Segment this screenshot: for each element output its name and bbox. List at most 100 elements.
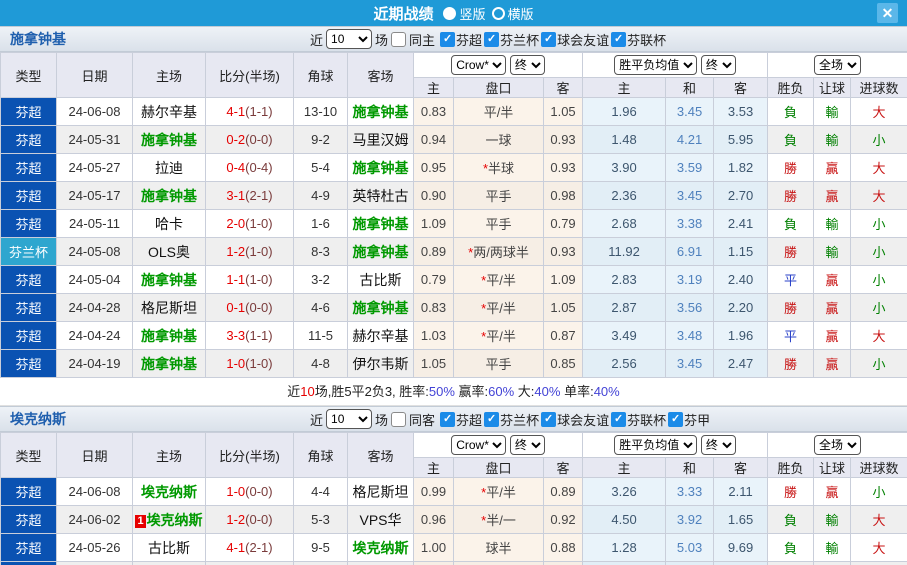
league-filter-label: 芬超 <box>456 410 482 429</box>
col-away: 客场 <box>348 433 414 478</box>
match-row: 芬超24-05-04施拿钟基1-1(1-0)3-2古比斯0.79*平/半1.09… <box>1 266 907 294</box>
league-cell: 芬超 <box>1 210 57 238</box>
scope-group-header: 全场 <box>768 53 907 78</box>
result-cell: 負 <box>768 98 814 126</box>
home-team-summary: 近10场,胜5平2负3, 胜率:50% 赢率:60% 大:40% 单率:40% <box>0 378 907 406</box>
checkbox-checked-icon[interactable]: ✓ <box>440 32 455 47</box>
league-filter-item[interactable]: ✓芬联杯 <box>611 410 666 429</box>
league-filter-item[interactable]: ✓芬联杯 <box>611 30 666 49</box>
checkbox-checked-icon[interactable]: ✓ <box>440 412 455 427</box>
handicap-star: * <box>468 245 473 260</box>
goals-result-cell: 小 <box>851 210 907 238</box>
sub-avg-draw: 和 <box>666 78 714 98</box>
same-home-checkbox[interactable] <box>391 32 406 47</box>
league-filter-label: 芬超 <box>456 30 482 49</box>
near-label: 近 <box>310 410 323 429</box>
checkbox-checked-icon[interactable]: ✓ <box>611 412 626 427</box>
recent-count-select[interactable]: 10 <box>326 29 372 49</box>
recent-results-panel: 近期战绩 竖版 横版 ✕ 施拿钟基 近 10 场 同主 ✓芬超✓芬兰杯✓球会友谊… <box>0 0 907 565</box>
handicap-cell: 平/半 <box>454 98 544 126</box>
odds-home-cell: 0.96 <box>414 506 454 534</box>
league-filter-item[interactable]: ✓球会友谊 <box>541 410 609 429</box>
avg-type-select[interactable]: 胜平负均值 <box>614 435 697 455</box>
full-score: 1-2 <box>226 512 245 527</box>
away-team-cell: 施拿钟基 <box>348 98 414 126</box>
corner-cell: 9-2 <box>294 126 348 154</box>
league-cell: 芬超 <box>1 322 57 350</box>
avg-away-cell: 5.95 <box>714 126 768 154</box>
summary-part: 60% <box>488 384 514 399</box>
result-cell: 負 <box>768 506 814 534</box>
handicap-star: * <box>481 513 486 528</box>
half-score: (2-1) <box>245 540 272 555</box>
summary-part: 40% <box>534 384 560 399</box>
close-button[interactable]: ✕ <box>877 3 898 23</box>
recent-count-select[interactable]: 10 <box>326 409 372 429</box>
avg-group-header: 胜平负均值 终 <box>583 433 768 458</box>
summary-part: 50% <box>429 384 455 399</box>
handicap-result-cell: 輸 <box>814 126 851 154</box>
league-filter-item[interactable]: ✓球会友谊 <box>541 30 609 49</box>
avg-draw-cell: 3.33 <box>666 478 714 506</box>
league-filter-item[interactable]: ✓芬兰杯 <box>484 30 539 49</box>
score-cell: 3-3(1-1) <box>206 322 294 350</box>
avg-home-cell: 1.28 <box>583 534 666 562</box>
horizontal-layout-radio[interactable] <box>492 7 505 20</box>
avg-away-cell: 2.70 <box>714 182 768 210</box>
avg-stage-select[interactable]: 终 <box>701 55 736 75</box>
scope-select[interactable]: 全场 <box>814 435 861 455</box>
league-filter-item[interactable]: ✓芬超 <box>440 410 482 429</box>
avg-type-select[interactable]: 胜平负均值 <box>614 55 697 75</box>
sub-away: 客 <box>544 78 583 98</box>
league-filter-item[interactable]: ✓芬甲 <box>668 410 710 429</box>
league-filter-item[interactable]: ✓芬兰杯 <box>484 410 539 429</box>
handicap-cell: 一球 <box>454 126 544 154</box>
date-cell: 24-06-02 <box>57 506 133 534</box>
checkbox-checked-icon[interactable]: ✓ <box>611 32 626 47</box>
handicap-result-cell: 輸 <box>814 506 851 534</box>
checkbox-checked-icon[interactable]: ✓ <box>541 412 556 427</box>
checkbox-checked-icon[interactable]: ✓ <box>668 412 683 427</box>
match-row: 芬超24-05-11哈卡2-0(1-0)1-6施拿钟基1.09平手0.792.6… <box>1 210 907 238</box>
odds-stage-select[interactable]: 终 <box>510 435 545 455</box>
checkbox-checked-icon[interactable]: ✓ <box>484 32 499 47</box>
league-cell: 芬超 <box>1 506 57 534</box>
handicap-cell: *平/半 <box>454 322 544 350</box>
scope-select[interactable]: 全场 <box>814 55 861 75</box>
score-cell: 1-1(1-0) <box>206 562 294 565</box>
col-score: 比分(半场) <box>206 433 294 478</box>
goals-result-cell: 大 <box>851 322 907 350</box>
odds-company-select[interactable]: Crow* <box>451 435 506 455</box>
odds-home-cell: 0.89 <box>414 238 454 266</box>
same-away-checkbox[interactable] <box>391 412 406 427</box>
avg-home-cell: 4.50 <box>583 506 666 534</box>
odds-company-select[interactable]: Crow* <box>451 55 506 75</box>
half-score: (0-0) <box>245 484 272 499</box>
summary-part: 近 <box>287 384 300 399</box>
date-cell: 24-05-08 <box>57 238 133 266</box>
col-home: 主场 <box>133 433 206 478</box>
col-handicap-result: 让球 <box>814 78 851 98</box>
handicap-result-cell: 贏 <box>814 322 851 350</box>
odds-home-cell: 0.90 <box>414 182 454 210</box>
avg-stage-select[interactable]: 终 <box>701 435 736 455</box>
avg-away-cell: 2.11 <box>714 478 768 506</box>
vertical-layout-label[interactable]: 竖版 <box>459 4 485 23</box>
home-team-cell: 哈卡 <box>133 210 206 238</box>
horizontal-layout-label[interactable]: 横版 <box>508 4 534 23</box>
league-cell: 芬超 <box>1 562 57 565</box>
league-filter-item[interactable]: ✓芬超 <box>440 30 482 49</box>
checkbox-checked-icon[interactable]: ✓ <box>484 412 499 427</box>
vertical-layout-radio[interactable] <box>443 7 456 20</box>
full-score: 4-1 <box>226 104 245 119</box>
half-score: (1-1) <box>245 328 272 343</box>
checkbox-checked-icon[interactable]: ✓ <box>541 32 556 47</box>
away-team-cell: 埃克纳斯 <box>348 534 414 562</box>
away-team-cell: 施拿钟基 <box>348 294 414 322</box>
league-cell: 芬超 <box>1 534 57 562</box>
away-team-cell: 施拿钟基 <box>348 210 414 238</box>
league-filter-group: ✓芬超✓芬兰杯✓球会友谊✓芬联杯✓芬甲 <box>438 410 710 429</box>
handicap-cell: 平手 <box>454 182 544 210</box>
odds-stage-select[interactable]: 终 <box>510 55 545 75</box>
same-home-label: 同主 <box>409 30 435 49</box>
